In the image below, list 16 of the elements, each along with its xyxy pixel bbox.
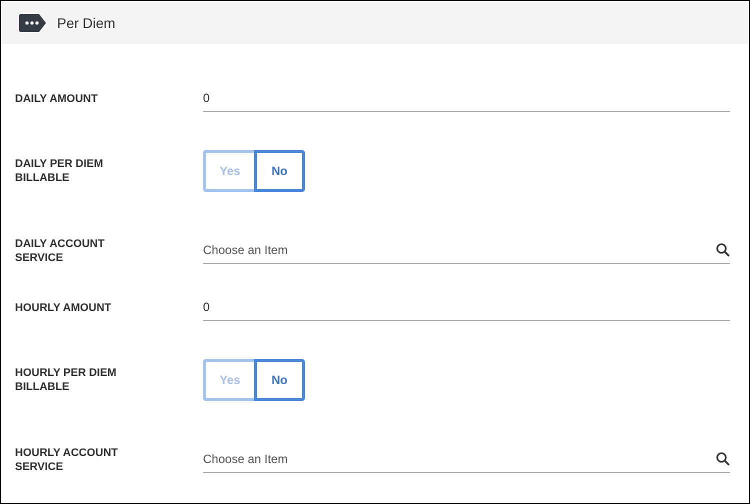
input-field[interactable]: 0	[203, 91, 730, 105]
lookup-field[interactable]: Choose an Item	[203, 243, 716, 257]
field-label: HOURLY AMOUNT	[15, 300, 112, 314]
field-label: DAILY ACCOUNT SERVICE	[15, 236, 106, 264]
input-field[interactable]: 0	[203, 300, 730, 314]
field-label: HOURLY PER DIEM BILLABLE	[15, 366, 118, 394]
lookup-field[interactable]: Choose an Item	[203, 452, 716, 466]
tag-icon	[19, 14, 47, 32]
field-label: DAILY AMOUNT	[15, 92, 99, 106]
toggle-option[interactable]: No	[254, 358, 305, 400]
field-label: HOURLY ACCOUNT SERVICE	[15, 446, 119, 474]
search-icon[interactable]	[716, 243, 730, 257]
field-label: DAILY PER DIEM BILLABLE	[15, 156, 104, 184]
search-icon[interactable]	[716, 452, 730, 466]
toggle-option[interactable]: No	[254, 150, 305, 192]
panel-title: Per Diem	[57, 14, 116, 30]
